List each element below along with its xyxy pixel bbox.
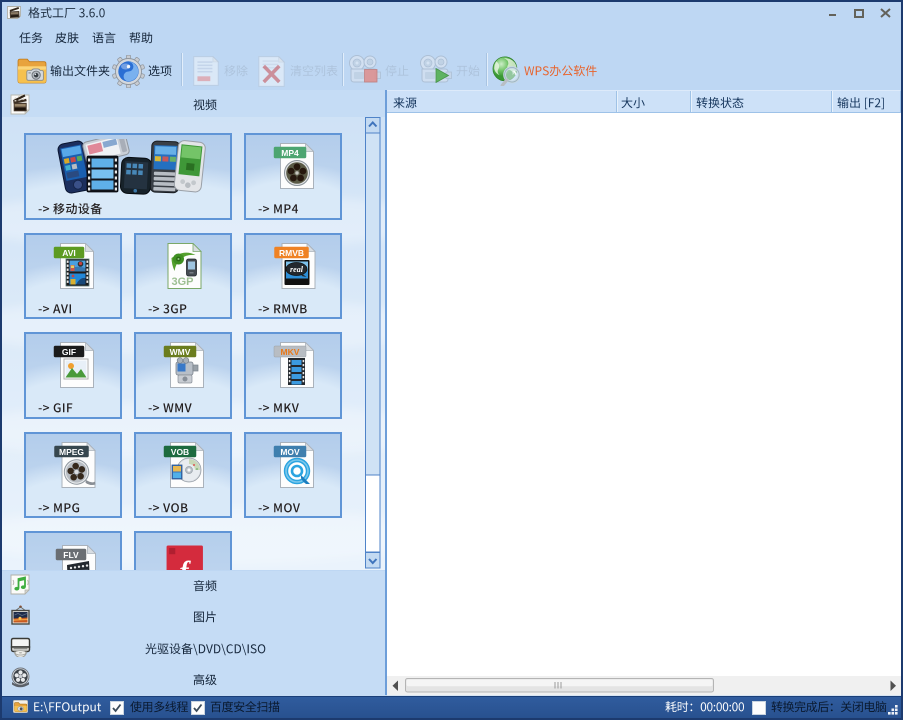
svg-text:RMVB: RMVB xyxy=(279,248,304,258)
svg-text:FLV: FLV xyxy=(63,550,79,560)
svg-text:AVI: AVI xyxy=(62,248,76,258)
svg-text:real: real xyxy=(290,265,304,274)
svg-text:WMV: WMV xyxy=(170,347,191,357)
svg-text:3GP: 3GP xyxy=(171,276,193,288)
svg-text:GIF: GIF xyxy=(62,347,76,357)
svg-text:MKV: MKV xyxy=(281,347,300,357)
svg-text:MP4: MP4 xyxy=(281,148,299,158)
svg-text:VOB: VOB xyxy=(171,447,189,457)
svg-text:MPEG: MPEG xyxy=(59,447,84,457)
svg-text:MOV: MOV xyxy=(280,447,300,457)
